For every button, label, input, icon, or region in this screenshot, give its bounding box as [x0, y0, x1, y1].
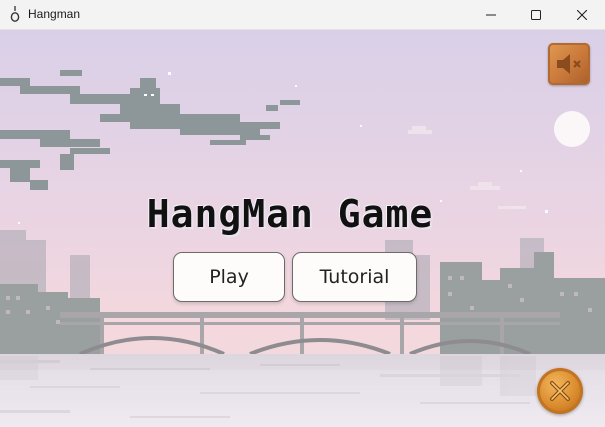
game-title: HangMan Game — [146, 192, 434, 236]
maximize-button[interactable] — [513, 0, 559, 30]
play-button[interactable]: Play — [173, 252, 285, 302]
minimize-button[interactable] — [468, 0, 514, 30]
exit-x-icon — [550, 381, 570, 401]
close-icon — [577, 10, 587, 20]
close-button[interactable] — [559, 0, 605, 30]
tutorial-button[interactable]: Tutorial — [292, 252, 417, 302]
game-screen: HangMan Game Play Tutorial — [0, 30, 605, 427]
maximize-icon — [531, 10, 541, 20]
title-bar: Hangman — [0, 0, 605, 30]
sound-toggle-button[interactable] — [548, 43, 590, 85]
speaker-muted-icon — [557, 54, 581, 74]
noose-icon — [10, 6, 20, 22]
minimize-icon — [486, 14, 496, 16]
exit-button[interactable] — [537, 368, 583, 414]
window-title: Hangman — [28, 7, 81, 21]
app-window: Hangman HangMan Game Play Tutorial — [0, 0, 605, 427]
moon — [554, 111, 590, 147]
